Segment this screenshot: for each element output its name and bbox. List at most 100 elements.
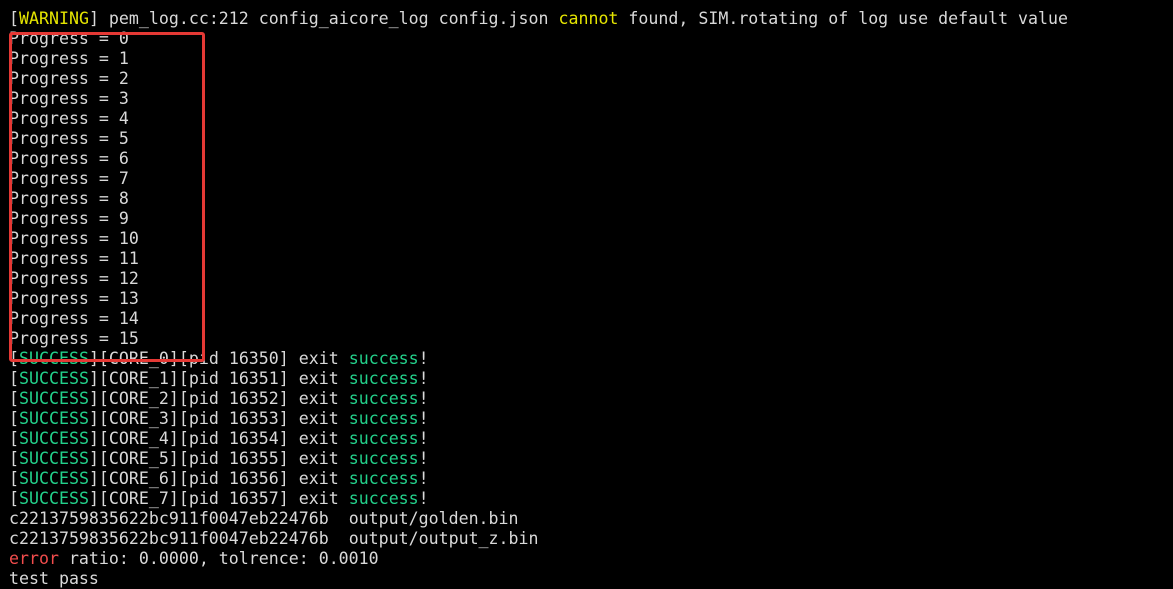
success-tag: SUCCESS: [19, 349, 89, 368]
progress-line: Progress = 8: [9, 189, 129, 208]
bracket: [: [9, 429, 19, 448]
exit-word: exit: [298, 409, 339, 428]
progress-line: Progress = 3: [9, 89, 129, 108]
pid-value: 16356: [228, 469, 279, 488]
file-path: output/golden.bin: [348, 509, 519, 528]
progress-line: Progress = 10: [9, 229, 139, 248]
success-word: success: [348, 489, 419, 508]
md5-hash: c2213759835622bc911f0047eb22476b: [9, 509, 329, 528]
bracket: ][pid: [168, 469, 229, 488]
success-line: [SUCCESS][CORE_6][pid 16356] exit succes…: [9, 469, 1169, 489]
exclamation: !: [418, 469, 429, 488]
success-word: success: [348, 369, 419, 388]
progress-line: Progress = 11: [9, 249, 139, 268]
warning-message-rest: found, SIM.rotating of log use default v…: [618, 9, 1069, 28]
bracket: ][: [88, 389, 109, 408]
error-word: error: [9, 549, 59, 568]
exclamation: !: [418, 349, 429, 368]
success-word: success: [348, 409, 419, 428]
exit-word: exit: [298, 369, 339, 388]
progress-line: Progress = 5: [9, 129, 129, 148]
bracket: ]: [278, 369, 299, 388]
exclamation: !: [418, 449, 429, 468]
bracket: ]: [278, 349, 299, 368]
md5-hash: c2213759835622bc911f0047eb22476b: [9, 529, 329, 548]
success-tag: SUCCESS: [19, 409, 89, 428]
progress-line: Progress = 0: [9, 29, 129, 48]
pid-value: 16352: [228, 389, 279, 408]
success-line: [SUCCESS][CORE_4][pid 16354] exit succes…: [9, 429, 1169, 449]
bracket: ][: [88, 469, 109, 488]
progress-line: Progress = 2: [9, 69, 129, 88]
success-line: [SUCCESS][CORE_5][pid 16355] exit succes…: [9, 449, 1169, 469]
progress-line: Progress = 14: [9, 309, 139, 328]
success-word: success: [348, 349, 419, 368]
bracket: ][pid: [168, 369, 229, 388]
exit-word: exit: [298, 489, 339, 508]
exit-word: exit: [298, 469, 339, 488]
exit-word: exit: [298, 349, 339, 368]
bracket: [: [9, 469, 19, 488]
bracket: [: [9, 449, 19, 468]
success-tag: SUCCESS: [19, 369, 89, 388]
bracket: [: [9, 489, 19, 508]
core-label: CORE_4: [108, 429, 169, 448]
success-tag: SUCCESS: [19, 489, 89, 508]
exclamation: !: [418, 389, 429, 408]
progress-line: Progress = 6: [9, 149, 129, 168]
pid-value: 16350: [228, 349, 279, 368]
success-line: [SUCCESS][CORE_7][pid 16357] exit succes…: [9, 489, 1169, 509]
success-word: success: [348, 389, 419, 408]
success-tag: SUCCESS: [19, 469, 89, 488]
checksum-line: c2213759835622bc911f0047eb22476b output/…: [9, 529, 1169, 549]
bracket: ]: [278, 449, 299, 468]
progress-line: Progress = 4: [9, 109, 129, 128]
core-label: CORE_6: [108, 469, 169, 488]
success-tag: SUCCESS: [19, 429, 89, 448]
success-tag: SUCCESS: [19, 389, 89, 408]
success-block: [SUCCESS][CORE_0][pid 16350] exit succes…: [9, 349, 1169, 509]
bracket: ][pid: [168, 449, 229, 468]
bracket: ][pid: [168, 389, 229, 408]
bracket: ][pid: [168, 429, 229, 448]
file-path: output/output_z.bin: [348, 529, 539, 548]
bracket: ]: [278, 429, 299, 448]
exclamation: !: [418, 409, 429, 428]
error-ratio-line: error ratio: 0.0000, tolrence: 0.0010: [9, 549, 1169, 569]
success-word: success: [348, 449, 419, 468]
bracket: ][: [88, 349, 109, 368]
checksum-line: c2213759835622bc911f0047eb22476b output/…: [9, 509, 1169, 529]
bracket: ][: [88, 409, 109, 428]
success-line: [SUCCESS][CORE_0][pid 16350] exit succes…: [9, 349, 1169, 369]
bracket: ][pid: [168, 349, 229, 368]
success-line: [SUCCESS][CORE_2][pid 16352] exit succes…: [9, 389, 1169, 409]
success-word: success: [348, 469, 419, 488]
test-pass-line: test pass: [9, 569, 99, 588]
warning-keyword: cannot: [558, 9, 619, 28]
bracket: ]: [278, 409, 299, 428]
checksum-block: c2213759835622bc911f0047eb22476b output/…: [9, 509, 1169, 549]
core-label: CORE_2: [108, 389, 169, 408]
exit-word: exit: [298, 429, 339, 448]
bracket: ][: [88, 369, 109, 388]
progress-line: Progress = 9: [9, 209, 129, 228]
progress-block: Progress = 0 Progress = 1 Progress = 2 Prog…: [9, 29, 1169, 349]
bracket: ]: [278, 389, 299, 408]
bracket: ][: [88, 429, 109, 448]
bracket: ][: [88, 449, 109, 468]
bracket: [: [9, 349, 19, 368]
warning-open-bracket: [: [9, 9, 19, 28]
pid-value: 16353: [228, 409, 279, 428]
exit-word: exit: [298, 389, 339, 408]
exit-word: exit: [298, 449, 339, 468]
progress-line: Progress = 7: [9, 169, 129, 188]
